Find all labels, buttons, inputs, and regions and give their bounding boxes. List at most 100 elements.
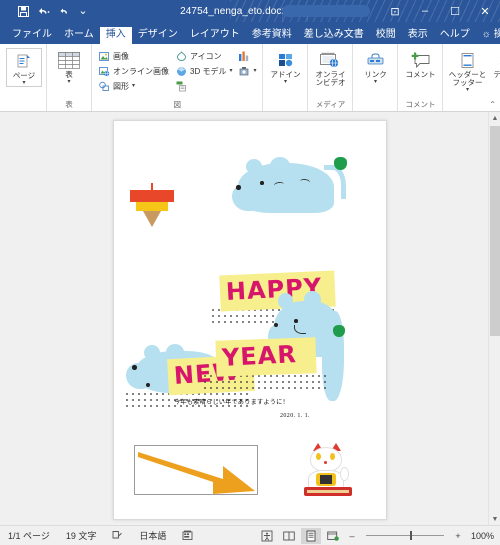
- shapes-button[interactable]: 図形 ▾: [96, 79, 171, 93]
- window-controls: ⊡ – ☐ ✕: [380, 0, 500, 22]
- banner-word-year: YEAR: [221, 340, 298, 372]
- accessibility-icon[interactable]: [257, 528, 277, 544]
- link-button[interactable]: リンク ▾: [357, 48, 393, 85]
- online-pictures-button[interactable]: オンライン画像: [96, 64, 171, 78]
- tell-me-box[interactable]: ☼ 操作アシス: [476, 27, 500, 44]
- chevron-down-icon[interactable]: ▾: [67, 79, 70, 85]
- tab-review[interactable]: 校閲: [370, 27, 402, 44]
- 3d-models-label: 3D モデル: [190, 66, 227, 76]
- chevron-down-icon[interactable]: ▾: [284, 79, 287, 85]
- minimize-icon[interactable]: –: [410, 0, 440, 22]
- zoom-slider[interactable]: [366, 531, 444, 540]
- clover-icon: [334, 157, 347, 170]
- close-icon[interactable]: ✕: [470, 0, 500, 22]
- comment-button[interactable]: コメント: [402, 48, 438, 79]
- shapes-icon: [98, 80, 110, 92]
- proofing-status-icon[interactable]: [104, 530, 131, 541]
- word-count[interactable]: 19 文字: [58, 529, 105, 542]
- tab-file[interactable]: ファイル: [6, 27, 58, 44]
- link-label: リンク: [364, 70, 387, 79]
- tab-view[interactable]: 表示: [402, 27, 434, 44]
- clover-icon: [333, 325, 345, 337]
- chart-button[interactable]: [236, 49, 258, 63]
- scroll-down-icon[interactable]: ▼: [489, 513, 500, 525]
- 3d-models-button[interactable]: 3D モデル ▾: [173, 64, 234, 78]
- icons-icon: [175, 50, 187, 62]
- view-read-mode-icon[interactable]: [279, 528, 299, 544]
- table-icon: [58, 50, 80, 70]
- chevron-down-icon[interactable]: ▾: [253, 68, 256, 74]
- zoom-slider-handle[interactable]: [410, 531, 412, 540]
- online-video-icon: [320, 50, 340, 70]
- shapes-label: 図形: [113, 81, 129, 91]
- view-print-layout-icon[interactable]: [301, 527, 321, 544]
- table-label: 表: [65, 70, 73, 79]
- tab-design[interactable]: デザイン: [132, 27, 184, 44]
- save-icon[interactable]: [14, 2, 32, 20]
- spinning-top-illustration: [130, 183, 176, 229]
- ribbon-group-table: 表 ▾ 表: [47, 44, 92, 111]
- pictures-button[interactable]: 画像: [96, 49, 171, 63]
- macro-record-icon[interactable]: [174, 530, 201, 541]
- tab-help[interactable]: ヘルプ: [434, 27, 476, 44]
- arrow-right-shape[interactable]: [135, 446, 259, 496]
- group-label-media: メディア: [315, 99, 346, 109]
- chevron-down-icon[interactable]: ▾: [466, 87, 469, 93]
- illustrations-col-1: 画像 オンライン画像 図形 ▾: [96, 48, 171, 93]
- online-video-button[interactable]: オンラインビデオ: [312, 48, 348, 87]
- chevron-down-icon[interactable]: ▾: [132, 83, 135, 89]
- view-web-layout-icon[interactable]: [323, 528, 343, 544]
- greeting-text: 今年も素晴らしい年でありますように！: [174, 399, 289, 406]
- ribbon-group-pages: ページ ▾: [2, 44, 47, 111]
- scrollbar-thumb[interactable]: [490, 126, 500, 336]
- smartart-button[interactable]: [173, 79, 234, 93]
- comment-label: コメント: [405, 70, 436, 79]
- customize-qat-icon[interactable]: ⌄: [74, 2, 92, 20]
- zoom-out-button[interactable]: –: [345, 528, 359, 544]
- ribbon-display-options-icon[interactable]: ⊡: [380, 0, 410, 22]
- chevron-down-icon[interactable]: ▾: [22, 80, 25, 86]
- add-ins-button[interactable]: アドイン ▾: [267, 48, 303, 85]
- zoom-level[interactable]: 100%: [466, 531, 500, 541]
- tab-home[interactable]: ホーム: [58, 27, 100, 44]
- tab-references[interactable]: 参考資料: [246, 27, 298, 44]
- pictures-label: 画像: [113, 51, 129, 61]
- redo-icon[interactable]: [54, 2, 72, 20]
- title-bar: ⌄ 24754_nenga_eto.docx - Word ⊡ – ☐ ✕: [0, 0, 500, 22]
- table-button[interactable]: 表 ▾: [51, 48, 87, 85]
- pages-button[interactable]: ページ ▾: [6, 48, 42, 87]
- pages-icon: [17, 51, 31, 71]
- zoom-in-button[interactable]: +: [451, 528, 465, 544]
- header-footer-button[interactable]: ヘッダーとフッター ▾: [447, 48, 487, 93]
- ribbon-group-media: オンラインビデオ メディア: [308, 44, 354, 111]
- online-video-label: オンラインビデオ: [315, 70, 346, 87]
- collapse-ribbon-icon[interactable]: ⌃: [489, 100, 496, 109]
- group-label-table: 表: [65, 99, 73, 109]
- account-name-pill: [282, 5, 370, 17]
- maneki-neko-illustration: [304, 441, 356, 499]
- tab-insert[interactable]: 挿入: [99, 27, 132, 44]
- text-button[interactable]: A テキスト ▾: [489, 48, 500, 93]
- document-page[interactable]: HAPPY NEW YEAR: [113, 120, 387, 520]
- tab-layout[interactable]: レイアウト: [184, 27, 246, 44]
- page-indicator[interactable]: 1/1 ページ: [0, 529, 58, 542]
- header-footer-icon: [461, 50, 474, 70]
- chevron-down-icon[interactable]: ▾: [229, 68, 232, 74]
- link-icon: [367, 50, 384, 70]
- restore-icon[interactable]: ☐: [440, 0, 470, 22]
- scroll-up-icon[interactable]: ▲: [489, 112, 500, 124]
- chart-icon: [238, 50, 250, 62]
- pictures-icon: [98, 50, 110, 62]
- 3d-model-icon: [175, 65, 187, 77]
- online-pictures-label: オンライン画像: [113, 66, 169, 76]
- tab-mailings[interactable]: 差し込み文書: [298, 27, 370, 44]
- undo-icon[interactable]: [34, 2, 52, 20]
- screenshot-button[interactable]: ▾: [236, 64, 258, 78]
- group-label-comments: コメント: [405, 99, 436, 109]
- icons-button[interactable]: アイコン: [173, 49, 234, 63]
- vertical-scrollbar[interactable]: ▲ ▼: [488, 112, 500, 525]
- selected-shape-frame[interactable]: [134, 445, 258, 495]
- mouse-illustration-1: [224, 157, 354, 227]
- chevron-down-icon[interactable]: ▾: [374, 79, 377, 85]
- language-indicator[interactable]: 日本語: [131, 529, 174, 542]
